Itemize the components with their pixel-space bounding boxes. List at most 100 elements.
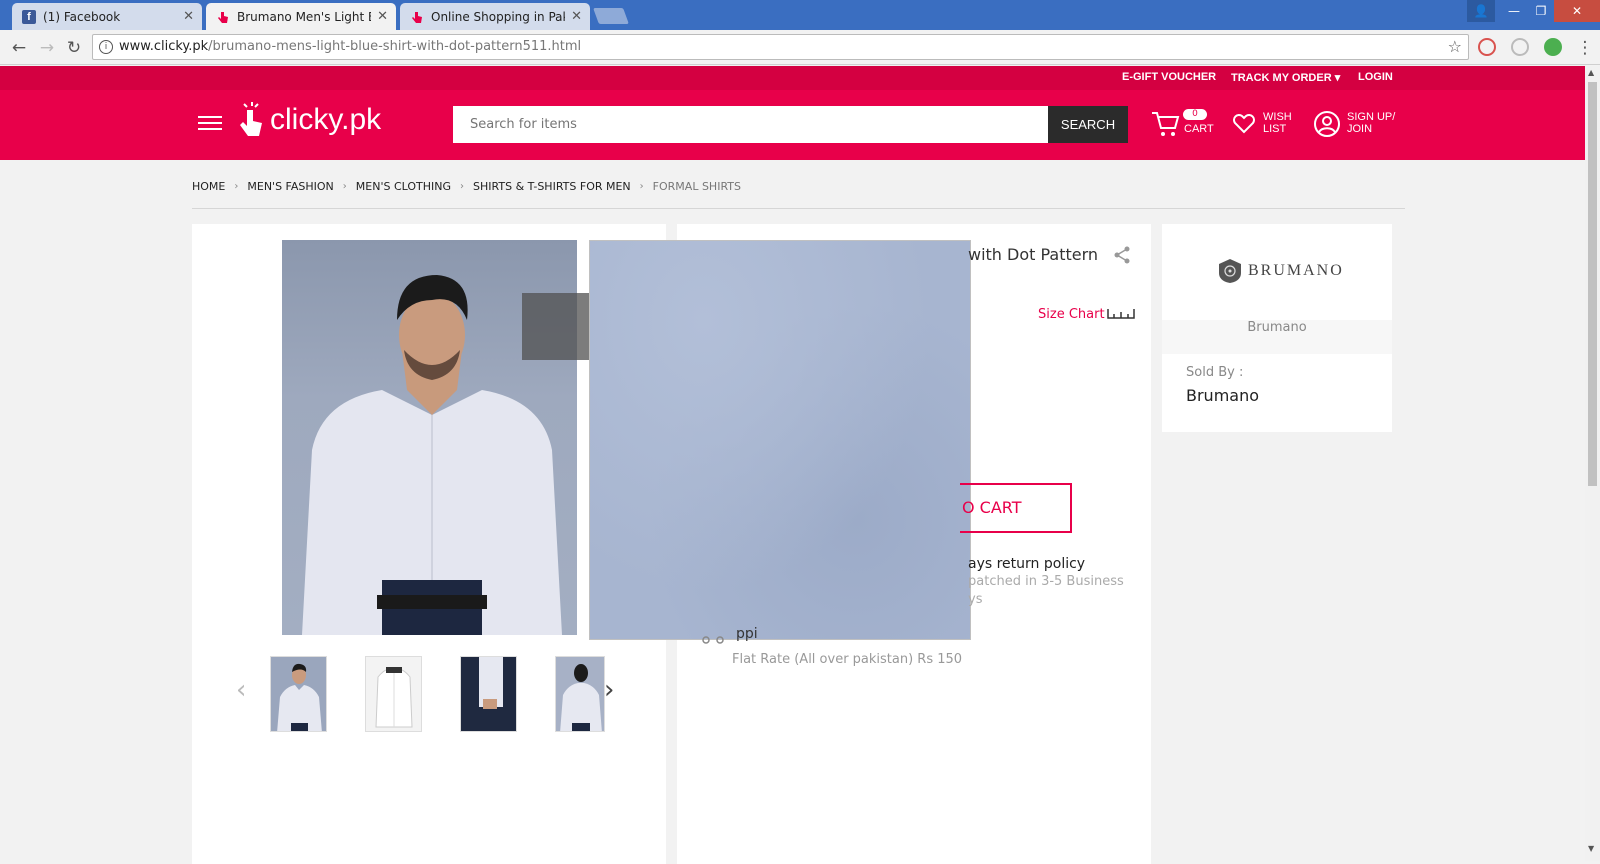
tab-online-shopping[interactable]: Online Shopping in Pakis ✕ — [400, 3, 590, 30]
close-icon[interactable]: ✕ — [571, 9, 582, 24]
url-path: /brumano-mens-light-blue-shirt-with-dot-… — [208, 39, 582, 54]
page-scrollbar[interactable]: ▲ ▼ — [1585, 66, 1600, 861]
brand-logo-text: BRUMANO — [1248, 262, 1344, 279]
dispatch-info: patched in 3-5 Business ys — [968, 573, 1124, 609]
chevron-right-icon: › — [342, 180, 347, 192]
track-order-label: TRACK MY ORDER — [1231, 72, 1332, 84]
zoom-lens[interactable] — [522, 293, 590, 360]
signup-label[interactable]: SIGN UP/JOIN — [1347, 111, 1395, 135]
breadcrumb-mens-clothing[interactable]: MEN'S CLOTHING — [356, 180, 451, 193]
chevron-left-icon[interactable]: ‹ — [236, 675, 246, 705]
share-icon[interactable] — [1113, 246, 1131, 264]
brand-logo[interactable]: BRUMANO — [1218, 258, 1344, 284]
chevron-right-icon: › — [639, 180, 644, 192]
site-logo[interactable]: clicky.pk — [238, 100, 381, 140]
hamburger-menu-icon[interactable] — [198, 116, 222, 132]
thumbnail-image — [277, 663, 322, 731]
browser-tab-strip: f (1) Facebook ✕ Brumano Men's Light Blu… — [0, 0, 1600, 30]
thumbnail-1[interactable] — [270, 656, 327, 732]
wishlist-button[interactable] — [1232, 112, 1256, 137]
chevron-right-icon: › — [460, 180, 465, 192]
shipping-flat-rate: Flat Rate (All over pakistan) Rs 150 — [732, 652, 963, 667]
heart-icon — [1233, 114, 1255, 134]
thumbnail-image — [479, 657, 503, 709]
cart-icon — [1152, 112, 1180, 136]
bookmark-star-icon[interactable]: ☆ — [1448, 35, 1462, 59]
cart-label[interactable]: CART — [1184, 123, 1214, 135]
sold-by-label: Sold By : — [1186, 365, 1244, 380]
tab-facebook[interactable]: f (1) Facebook ✕ — [12, 3, 202, 30]
profile-icon[interactable]: 👤 — [1467, 0, 1495, 22]
add-to-cart-button[interactable]: O CART — [960, 483, 1072, 533]
shipping-heading: ppi — [736, 626, 758, 642]
clicky-hand-icon — [412, 11, 422, 23]
tab-title: (1) Facebook — [43, 9, 121, 24]
extension-icon[interactable] — [1511, 38, 1529, 56]
thumbnail-2[interactable] — [365, 656, 422, 732]
brand-name[interactable]: Brumano — [1162, 320, 1392, 354]
menu-icon[interactable]: ⋮ — [1574, 37, 1596, 59]
reload-icon[interactable]: ↻ — [63, 37, 85, 59]
thumbnail-image — [560, 664, 602, 731]
tab-title: Brumano Men's Light Blu — [237, 9, 371, 24]
facebook-icon: f — [22, 9, 36, 24]
breadcrumb-current: FORMAL SHIRTS — [652, 179, 741, 193]
chevron-right-icon: › — [234, 180, 239, 192]
chevron-right-icon[interactable]: › — [604, 675, 614, 705]
cart-count-badge: 0 — [1183, 109, 1207, 120]
caret-down-icon: ▾ — [1334, 72, 1341, 84]
new-tab-button[interactable] — [593, 8, 629, 24]
wishlist-line2: LIST — [1263, 123, 1287, 135]
clicky-hand-icon — [218, 11, 228, 23]
cart-button[interactable] — [1150, 110, 1180, 141]
scroll-up-arrow-icon[interactable]: ▲ — [1588, 68, 1594, 77]
restore-button[interactable]: ❐ — [1527, 0, 1555, 22]
thumbnail-3[interactable] — [460, 656, 517, 732]
wishlist-label[interactable]: WISH LIST — [1263, 111, 1292, 135]
extension-icon[interactable] — [1478, 38, 1496, 56]
search-input[interactable] — [453, 106, 1049, 143]
scrollbar-thumb[interactable] — [1588, 82, 1597, 486]
close-window-button[interactable]: ✕ — [1554, 0, 1600, 22]
tab-title: Online Shopping in Pakis — [431, 9, 566, 24]
divider — [192, 208, 1405, 209]
ruler-icon[interactable] — [1107, 307, 1135, 319]
login-link[interactable]: LOGIN — [1358, 71, 1393, 83]
egift-voucher-link[interactable]: E-GIFT VOUCHER — [1122, 71, 1216, 83]
brand-crest-icon — [1219, 259, 1241, 283]
search-button[interactable]: SEARCH — [1048, 106, 1128, 143]
thumbnail-4[interactable] — [555, 656, 605, 732]
close-icon[interactable]: ✕ — [183, 9, 194, 24]
tab-brumano[interactable]: Brumano Men's Light Blu ✕ — [206, 3, 396, 30]
zoom-preview — [589, 240, 971, 640]
track-order-link[interactable]: TRACK MY ORDER ▾ — [1231, 71, 1340, 84]
thumbnail-image — [375, 667, 413, 728]
breadcrumb-home[interactable]: HOME — [192, 180, 225, 193]
back-icon[interactable]: ← — [8, 37, 30, 59]
logo-text: clicky.pk — [270, 103, 382, 136]
breadcrumb: HOME › MEN'S FASHION › MEN'S CLOTHING › SHI… — [192, 178, 741, 194]
browser-toolbar: ← → ↻ i www.clicky.pk/brumano-mens-light… — [0, 30, 1600, 65]
account-button[interactable] — [1313, 110, 1341, 141]
breadcrumb-shirts[interactable]: SHIRTS & T-SHIRTS FOR MEN — [473, 180, 631, 193]
address-bar[interactable]: i www.clicky.pk/brumano-mens-light-blue-… — [92, 34, 1469, 60]
info-icon[interactable]: i — [99, 40, 113, 54]
close-icon[interactable]: ✕ — [377, 9, 388, 24]
forward-icon[interactable]: → — [36, 37, 58, 59]
scroll-down-arrow-icon[interactable]: ▼ — [1588, 844, 1594, 853]
breadcrumb-mens-fashion[interactable]: MEN'S FASHION — [247, 180, 333, 193]
signup-line1: SIGN UP/ — [1347, 111, 1396, 123]
user-circle-icon — [1314, 111, 1340, 137]
dispatch-line2: ys — [968, 592, 983, 607]
site-header: clicky.pk SEARCH 0 CART WISHLIST SIGN UP… — [0, 90, 1585, 160]
size-chart-link[interactable]: Size Chart — [1038, 307, 1105, 322]
dispatch-line1: patched in 3-5 Business — [968, 574, 1124, 589]
return-policy-text: ays return policy — [968, 556, 1086, 572]
url-host: www.clicky.pk — [119, 39, 209, 54]
truck-icon — [702, 636, 724, 644]
utility-bar: E-GIFT VOUCHER TRACK MY ORDER ▾ LOGIN — [0, 66, 1585, 90]
sold-by-value[interactable]: Brumano — [1186, 386, 1259, 405]
extension-icon[interactable] — [1544, 38, 1562, 56]
signup-line2: JOIN — [1347, 123, 1373, 135]
minimize-button[interactable]: — — [1500, 0, 1528, 22]
